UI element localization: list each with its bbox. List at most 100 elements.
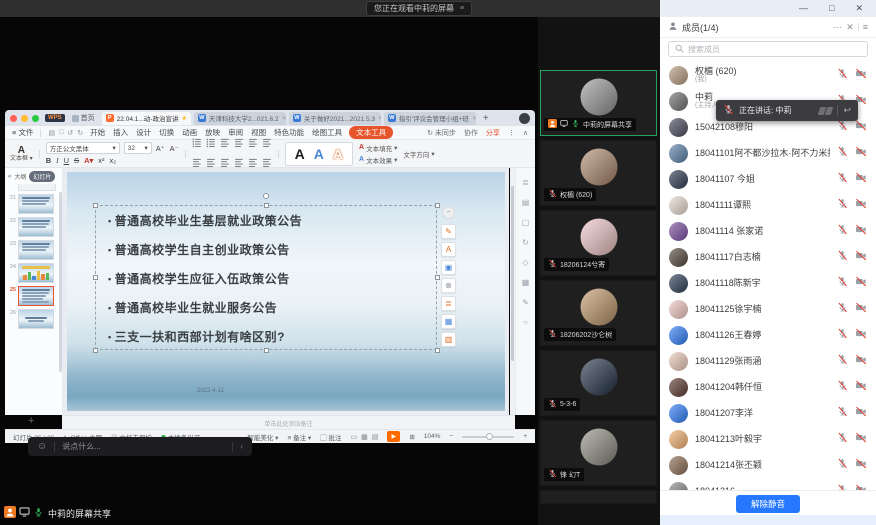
textbox-tool[interactable]: A 文本框 ▾ — [10, 145, 33, 163]
slide-thumb-row[interactable]: 21 — [6, 194, 60, 214]
muted-mic-icon[interactable] — [837, 274, 848, 292]
member-row[interactable]: 18041114 张家诺 — [660, 218, 876, 244]
add-slide-button[interactable]: + — [28, 415, 34, 427]
muted-mic-icon[interactable] — [837, 430, 848, 448]
tab-slides[interactable]: 幻灯片 — [29, 171, 55, 182]
slide-thumbnail[interactable] — [18, 194, 54, 214]
member-row[interactable]: 18041111谭熙 — [660, 192, 876, 218]
panel-collapse-icon[interactable]: « — [8, 174, 11, 180]
muted-mic-icon[interactable] — [837, 352, 848, 370]
text-fill-button[interactable]: A文本填充▾ — [359, 143, 397, 153]
account-avatar[interactable] — [519, 113, 530, 124]
camera-off-icon[interactable] — [855, 118, 867, 136]
tab-home[interactable]: 首页 — [69, 113, 98, 123]
selection-handle[interactable] — [93, 203, 98, 208]
muted-mic-icon[interactable] — [837, 170, 848, 188]
member-row[interactable]: 18041213叶毅宇 — [660, 426, 876, 452]
tab-close-icon[interactable]: ✕ — [282, 115, 286, 122]
member-row[interactable]: 权楣 (620)(我) — [660, 62, 876, 88]
selection-handle[interactable] — [93, 275, 98, 280]
delete-icon[interactable]: ⊗ — [441, 278, 456, 293]
layout-icon[interactable]: ≣ — [441, 296, 456, 311]
merge-icon[interactable] — [262, 135, 272, 153]
effects-icon[interactable]: ◇ — [522, 258, 528, 267]
style-outline[interactable]: A — [333, 146, 343, 162]
copy-icon[interactable]: ▣ — [441, 260, 456, 275]
menu-text-tools-active[interactable]: 文本工具 — [349, 126, 393, 139]
outdent-icon[interactable] — [220, 135, 230, 153]
video-thumbnail[interactable]: 权楣 (620) — [540, 140, 657, 206]
emoji-icon[interactable]: ☺ — [37, 441, 47, 452]
wps-logo[interactable]: WPS — [45, 114, 65, 122]
font-grow-shrink[interactable]: A⁺A⁻ — [156, 144, 179, 153]
edit-pane-icon[interactable]: ✎ — [522, 298, 529, 307]
notes-bar[interactable]: 单击此处添加备注 — [62, 415, 515, 430]
camera-off-icon[interactable] — [855, 430, 867, 448]
collapse-ribbon-icon[interactable]: ∧ — [523, 129, 528, 137]
camera-off-icon[interactable] — [855, 456, 867, 474]
tab-close-icon[interactable]: ✕ — [472, 115, 476, 122]
bold-button[interactable]: B — [46, 156, 51, 165]
properties-icon[interactable]: ≣ — [522, 178, 529, 187]
minimize-button[interactable]: — — [799, 4, 808, 13]
more-icon[interactable]: ⋮ — [508, 129, 515, 137]
play-button[interactable]: ▶ — [387, 431, 400, 442]
camera-off-icon[interactable] — [855, 274, 867, 292]
member-row[interactable]: 18041117白志楠 — [660, 244, 876, 270]
document-tab[interactable]: W天津科技大学2...021.6.2✕ — [194, 112, 286, 125]
slide-thumbnail[interactable] — [18, 217, 54, 237]
document-tab[interactable]: W指引'评议会管理小组+班✕ — [384, 112, 476, 125]
shapes-icon[interactable]: ▤ — [522, 198, 530, 207]
share-button[interactable]: 分享 — [486, 128, 500, 138]
text-style-gallery[interactable]: A A A — [285, 142, 353, 166]
camera-off-icon[interactable] — [855, 352, 867, 370]
menu-item[interactable]: 插入 — [113, 127, 128, 138]
text-direction-button[interactable]: 文字方向▾ — [403, 149, 434, 159]
selection-handle[interactable] — [435, 348, 440, 353]
fit-icon[interactable]: ⊞ — [409, 433, 414, 441]
camera-off-icon[interactable] — [855, 300, 867, 318]
selected-textbox[interactable]: •普通高校毕业生基层就业政策公告•普通高校学生自主创业政策公告•普通高校学生应征… — [95, 205, 437, 350]
muted-mic-icon[interactable] — [837, 378, 848, 396]
selection-handle[interactable] — [93, 348, 98, 353]
camera-off-icon[interactable] — [855, 66, 867, 84]
style-blue[interactable]: A — [314, 146, 324, 162]
member-row[interactable]: 18041216 — [660, 478, 876, 490]
traffic-minimize-icon[interactable] — [21, 115, 28, 122]
member-row[interactable]: 18041107 今姐 — [660, 166, 876, 192]
muted-mic-icon[interactable] — [837, 456, 848, 474]
style-icon[interactable]: A — [441, 242, 456, 257]
camera-off-icon[interactable] — [855, 248, 867, 266]
video-thumbnail[interactable]: 18206202沙仑树 — [540, 280, 657, 346]
member-row[interactable]: 18041118陈新宇 — [660, 270, 876, 296]
muted-mic-icon[interactable] — [837, 326, 848, 344]
selection-handle[interactable] — [264, 348, 269, 353]
camera-off-icon[interactable] — [855, 170, 867, 188]
beautify-button[interactable]: 智能美化 ▾ — [247, 432, 278, 442]
view-switcher[interactable]: ▭▦▤ — [350, 433, 378, 441]
text-effect-button[interactable]: A文本效果▾ — [359, 155, 397, 165]
camera-off-icon[interactable] — [855, 196, 867, 214]
menu-file[interactable]: ≡ 文件 — [12, 127, 33, 138]
underline-button[interactable]: U — [64, 156, 69, 165]
slide-thumbnail[interactable] — [18, 263, 54, 283]
selection-handle[interactable] — [435, 203, 440, 208]
menu-item[interactable]: 特色功能 — [274, 127, 304, 138]
selection-handle[interactable] — [435, 275, 440, 280]
indent-icon[interactable] — [234, 135, 244, 153]
style-plain[interactable]: A — [295, 146, 305, 162]
tab-close-icon[interactable]: ✕ — [378, 115, 381, 122]
traffic-zoom-icon[interactable] — [32, 115, 39, 122]
members-more-icon[interactable]: ⋯ — [833, 22, 842, 33]
traffic-close-icon[interactable] — [10, 115, 17, 122]
banner-menu-icon[interactable]: ≡ — [460, 5, 464, 12]
member-row[interactable]: 18041101阿不都沙拉木·阿不力米提 — [660, 140, 876, 166]
muted-mic-icon[interactable] — [837, 300, 848, 318]
table-pane-icon[interactable]: ▦ — [522, 278, 530, 287]
subscript-button[interactable]: x₂ — [110, 156, 117, 165]
zoom-out-button[interactable]: − — [449, 433, 453, 440]
font-select[interactable]: 方正公文黑体▾ — [46, 142, 120, 154]
maximize-button[interactable]: □ — [829, 4, 834, 13]
camera-off-icon[interactable] — [855, 144, 867, 162]
camera-off-icon[interactable] — [855, 222, 867, 240]
